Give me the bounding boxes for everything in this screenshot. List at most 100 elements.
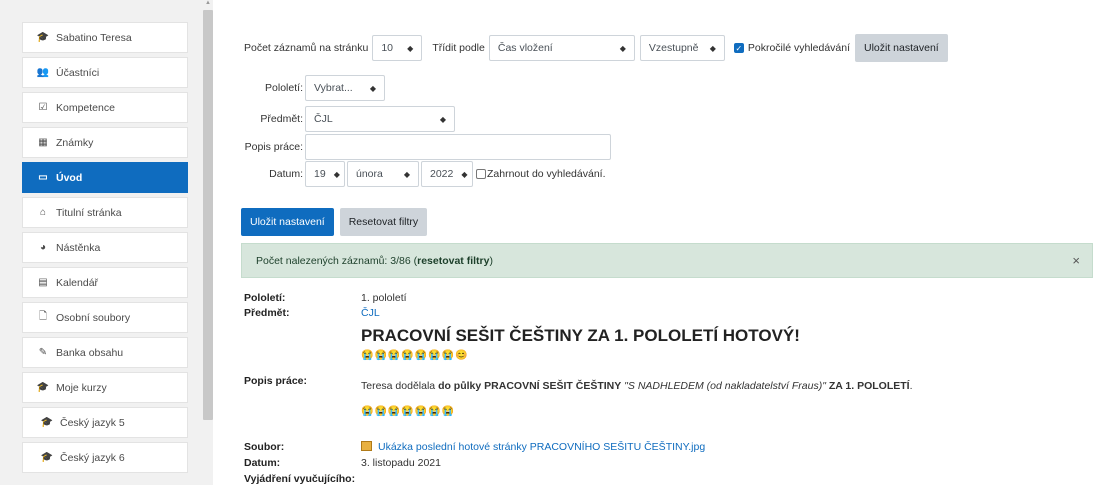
toolbar-save-button[interactable]: Uložit nastavení	[855, 34, 948, 62]
record-file-label: Soubor:	[244, 441, 285, 453]
advanced-search-label: Pokročilé vyhledávání	[747, 42, 850, 54]
desc-filter-label: Popis práce:	[244, 141, 303, 153]
folder-icon: ▭	[38, 172, 48, 183]
sidebar-item-label: Známky	[56, 136, 94, 149]
order-select[interactable]: Vzestupně ◆	[639, 35, 725, 61]
save-filters-button[interactable]: Uložit nastavení	[241, 208, 334, 236]
alert-text-prefix: Počet nalezených záznamů: 3/86 (	[256, 254, 418, 267]
year-select[interactable]: 2022 ◆	[421, 161, 473, 187]
select-arrow-icon: ◆	[439, 114, 446, 124]
filter-subject-row: Předmět: ČJL ◆	[233, 106, 455, 132]
sidebar-item-7[interactable]: ▤ Kalendář	[22, 267, 188, 298]
per-page-select[interactable]: 10 ◆	[372, 35, 423, 61]
reset-filters-link[interactable]: resetovat filtry	[417, 255, 489, 267]
desc-filter-input[interactable]	[305, 134, 611, 160]
select-arrow-icon: ◆	[333, 169, 340, 179]
record-subject-label: Předmět:	[244, 307, 290, 319]
sidebar-item-10[interactable]: 🎓 Moje kurzy	[22, 372, 188, 403]
select-arrow-icon: ◆	[407, 43, 414, 53]
calendar-icon: ▤	[38, 277, 48, 288]
sidebar: 🎓 Sabatino Teresa 👥 Účastníci ☑ Kompetence ▦ Zn…	[0, 0, 213, 485]
brush-icon: ✎	[38, 347, 48, 358]
sidebar-item-5[interactable]: ⌂ Titulní stránka	[22, 197, 188, 228]
record-date-label: Datum:	[244, 457, 281, 469]
sidebar-item-label: Moje kurzy	[56, 381, 107, 394]
record-subject-link[interactable]: ČJL	[361, 307, 380, 319]
select-arrow-icon: ◆	[461, 169, 468, 179]
day-select[interactable]: 19 ◆	[305, 161, 345, 187]
month-select[interactable]: února ◆	[347, 161, 419, 187]
sidebar-item-11[interactable]: 🎓 Český jazyk 5	[22, 407, 188, 438]
sidebar-item-8[interactable]: 🗋 Osobní soubory	[22, 302, 188, 333]
select-arrow-icon: ◆	[709, 43, 716, 53]
filter-date-row: Datum: 19 ◆ února ◆ 2022 ◆ Zahrnout do vyhl…	[233, 161, 606, 187]
sidebar-scrollbar[interactable]	[203, 10, 213, 420]
record-term-value: 1. pololetí	[361, 292, 407, 304]
file-icon: 🗋	[38, 311, 48, 322]
sidebar-item-label: Úvod	[56, 171, 83, 184]
graduation-cap-icon: 🎓	[36, 32, 50, 43]
scroll-up-arrow[interactable]: ▲	[203, 0, 213, 10]
sidebar-item-9[interactable]: ✎ Banka obsahu	[22, 337, 188, 368]
sort-select[interactable]: Čas vložení ◆	[488, 35, 635, 61]
select-arrow-icon: ◆	[403, 169, 410, 179]
include-date-checkbox[interactable]	[476, 169, 486, 179]
include-date-label: Zahrnout do vyhledávání.	[487, 168, 606, 180]
record-teacher-label: Vyjádření vyučujícího:	[244, 473, 356, 485]
sidebar-item-label: Český jazyk 6	[60, 451, 125, 464]
subject-filter-select[interactable]: ČJL ◆	[305, 106, 455, 132]
sidebar-item-12[interactable]: 🎓 Český jazyk 6	[22, 442, 188, 473]
term-filter-label: Pololetí:	[265, 82, 303, 94]
sidebar-item-4[interactable]: ▭ Úvod	[22, 162, 188, 193]
dashboard-icon: ◕	[39, 242, 47, 253]
sidebar-item-label: Kalendář	[56, 276, 99, 289]
record-emojis-2: 😭😭😭😭😭😭😭	[361, 406, 456, 417]
sidebar-item-label: Nástěnka	[56, 241, 101, 254]
graduation-cap-icon: 🎓	[40, 452, 54, 463]
term-filter-select[interactable]: Vybrat... ◆	[305, 75, 385, 101]
select-arrow-icon: ◆	[619, 43, 626, 53]
record-file: Ukázka poslední hotové stránky PRACOVNÍH…	[361, 441, 705, 453]
sidebar-item-3[interactable]: ▦ Známky	[22, 127, 188, 158]
graduation-cap-icon: 🎓	[40, 417, 54, 428]
filter-desc-row: Popis práce:	[233, 134, 611, 160]
subject-filter-label: Předmět:	[260, 113, 303, 125]
record-file-link[interactable]: Ukázka poslední hotové stránky PRACOVNÍH…	[378, 441, 705, 453]
sidebar-item-label: Titulní stránka	[56, 206, 122, 219]
graduation-cap-icon: 🎓	[36, 382, 50, 393]
record-title: PRACOVNÍ SEŠIT ČEŠTINY ZA 1. POLOLETÍ HO…	[361, 326, 800, 345]
sidebar-item-label: Sabatino Teresa	[56, 31, 132, 44]
alert-text-suffix: )	[489, 254, 493, 267]
sidebar-item-label: Osobní soubory	[56, 311, 131, 324]
sidebar-item-label: Banka obsahu	[56, 346, 124, 359]
main-content: Počet záznamů na stránku 10 ◆ Třídit podl…	[233, 0, 1095, 485]
sidebar-item-0[interactable]: 🎓 Sabatino Teresa	[22, 22, 188, 53]
sidebar-nav: 🎓 Sabatino Teresa 👥 Účastníci ☑ Kompetence ▦ Zn…	[22, 22, 188, 477]
filter-buttons: Uložit nastavení Resetovat filtry	[241, 208, 428, 236]
sidebar-item-label: Kompetence	[56, 101, 115, 114]
filter-term-row: Pololetí: Vybrat... ◆	[233, 75, 385, 101]
table-icon: ▦	[38, 137, 48, 148]
results-alert: Počet nalezených záznamů: 3/86 (resetova…	[241, 243, 1093, 278]
users-icon: 👥	[36, 67, 50, 78]
sidebar-item-6[interactable]: ◕ Nástěnka	[22, 232, 188, 263]
image-file-icon	[361, 441, 372, 451]
record-emojis-1: 😭😭😭😭😭😭😭😊	[361, 350, 469, 361]
record-term-label: Pololetí:	[244, 292, 286, 304]
home-icon: ⌂	[39, 207, 47, 218]
advanced-search-checkbox[interactable]: ✓	[733, 43, 744, 53]
per-page-label: Počet záznamů na stránku	[244, 42, 369, 54]
sort-label: Třídit podle	[432, 42, 485, 54]
record-desc-label: Popis práce:	[244, 375, 308, 387]
record-date-value: 3. listopadu 2021	[361, 457, 441, 469]
select-arrow-icon: ◆	[369, 83, 376, 93]
checkbox-icon: ☑	[38, 102, 48, 113]
close-icon[interactable]: ×	[1072, 253, 1080, 268]
sidebar-item-1[interactable]: 👥 Účastníci	[22, 57, 188, 88]
sidebar-item-label: Český jazyk 5	[60, 416, 125, 429]
sidebar-item-2[interactable]: ☑ Kompetence	[22, 92, 188, 123]
record-description: Teresa dodělala do půlky PRACOVNÍ SEŠIT …	[361, 380, 913, 392]
reset-filters-button[interactable]: Resetovat filtry	[339, 208, 428, 236]
toolbar: Počet záznamů na stránku 10 ◆ Třídit podl…	[244, 34, 948, 62]
date-filter-label: Datum:	[269, 168, 303, 180]
